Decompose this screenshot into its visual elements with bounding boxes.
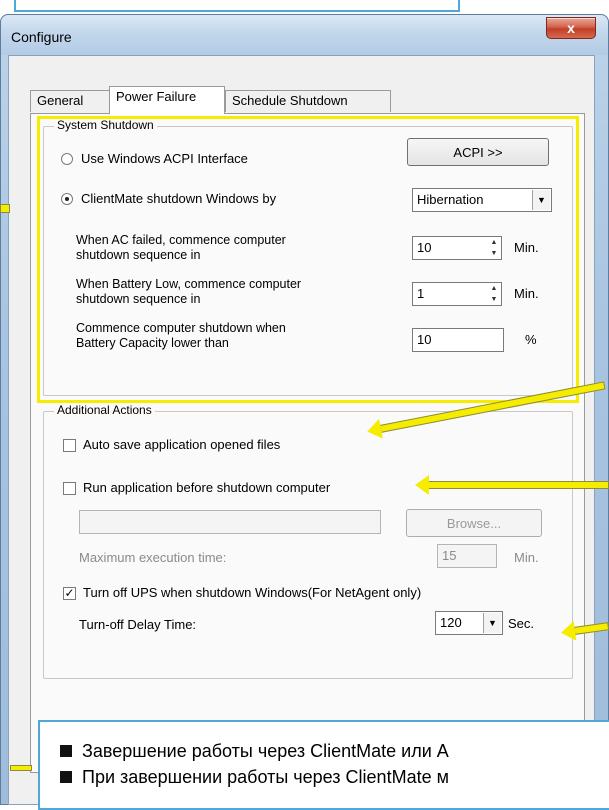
- left-edge-arrow: [0, 204, 10, 213]
- app-path-input[interactable]: [79, 510, 381, 534]
- tab-power-failure[interactable]: Power Failure: [109, 86, 225, 114]
- acpi-button[interactable]: ACPI >>: [407, 138, 549, 166]
- tab-schedule-shutdown[interactable]: Schedule Shutdown: [225, 90, 391, 112]
- capacity-field[interactable]: 10: [412, 328, 504, 352]
- spinner-arrows-icon[interactable]: ▲ ▼: [487, 237, 501, 259]
- browse-button[interactable]: Browse...: [406, 509, 542, 537]
- capacity-unit: %: [525, 332, 537, 347]
- system-shutdown-label: System Shutdown: [54, 118, 157, 132]
- annotation-note: Завершение работы через ClientMate или A…: [38, 720, 609, 810]
- max-exec-field[interactable]: 15: [437, 544, 497, 568]
- square-bullet-icon: [60, 771, 72, 783]
- delay-select[interactable]: 120 ▼: [435, 611, 503, 635]
- close-button[interactable]: x: [546, 17, 596, 39]
- delay-label: Turn-off Delay Time:: [79, 617, 197, 632]
- use-acpi-label: Use Windows ACPI Interface: [81, 151, 248, 166]
- turn-off-ups-label: Turn off UPS when shutdown Windows(For N…: [83, 585, 422, 600]
- title-bar: Configure x: [1, 15, 608, 55]
- dialog-client-area: General Power Failure Schedule Shutdown …: [8, 55, 595, 805]
- window-title: Configure: [11, 29, 72, 45]
- capacity-label-line1: Commence computer shutdown when: [76, 321, 286, 335]
- annotation-line-2: При завершении работы через ClientMate м: [60, 764, 609, 790]
- max-exec-unit: Min.: [514, 550, 539, 565]
- ac-failed-label-line2: shutdown sequence in: [76, 248, 201, 262]
- annotation-line-1: Завершение работы через ClientMate или A: [60, 738, 609, 764]
- tab-general[interactable]: General: [30, 90, 110, 112]
- use-acpi-radio[interactable]: [61, 153, 73, 165]
- delay-unit: Sec.: [508, 616, 535, 631]
- battery-low-unit: Min.: [514, 286, 539, 301]
- chevron-down-icon[interactable]: ▼: [532, 190, 550, 210]
- max-exec-label: Maximum execution time:: [79, 550, 227, 565]
- ac-failed-spinner[interactable]: 10 ▲ ▼: [412, 236, 502, 260]
- run-app-pointer-arrow: [415, 475, 609, 495]
- shutdown-method-select[interactable]: Hibernation ▼: [412, 188, 552, 212]
- turn-off-ups-checkbox[interactable]: ✓: [63, 587, 76, 600]
- auto-save-label: Auto save application opened files: [83, 437, 281, 452]
- power-failure-panel: System Shutdown Use Windows ACPI Interfa…: [30, 113, 585, 773]
- chevron-down-icon[interactable]: ▼: [483, 613, 501, 633]
- clientmate-shutdown-label: ClientMate shutdown Windows by: [81, 191, 277, 206]
- auto-save-checkbox[interactable]: [63, 439, 76, 452]
- clientmate-shutdown-radio[interactable]: [61, 193, 73, 205]
- run-app-checkbox[interactable]: [63, 482, 76, 495]
- battery-low-label-line1: When Battery Low, commence computer: [76, 277, 302, 291]
- spinner-arrows-icon[interactable]: ▲ ▼: [487, 283, 501, 305]
- ac-failed-unit: Min.: [514, 240, 539, 255]
- run-app-label: Run application before shutdown computer: [83, 480, 331, 495]
- ac-failed-label-line1: When AC failed, commence computer: [76, 233, 286, 247]
- capacity-label-line2: Battery Capacity lower than: [76, 336, 229, 350]
- configure-window: Configure x General Power Failure Schedu…: [0, 14, 609, 805]
- bottom-left-marker: [10, 765, 32, 771]
- battery-low-label-line2: shutdown sequence in: [76, 292, 201, 306]
- close-icon: x: [567, 20, 575, 36]
- square-bullet-icon: [60, 745, 72, 757]
- additional-actions-label: Additional Actions: [54, 403, 155, 417]
- top-callout-box: [14, 0, 460, 12]
- battery-low-spinner[interactable]: 1 ▲ ▼: [412, 282, 502, 306]
